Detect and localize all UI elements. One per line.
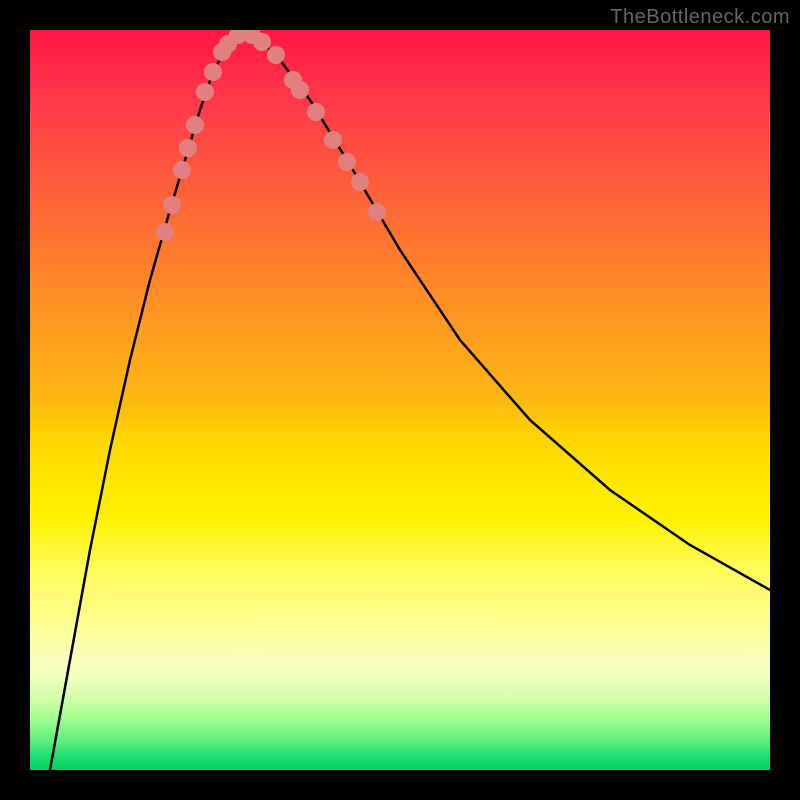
- highlight-dot: [267, 46, 285, 64]
- highlight-dot: [196, 83, 214, 101]
- highlight-dot: [324, 131, 342, 149]
- highlight-dot: [338, 153, 356, 171]
- bottleneck-curve: [50, 33, 770, 770]
- highlight-dot: [291, 81, 309, 99]
- highlight-dot: [253, 33, 271, 51]
- chart-svg: [30, 30, 770, 770]
- highlight-dot: [351, 173, 369, 191]
- highlight-dots-group: [156, 30, 386, 241]
- highlight-dot: [186, 116, 204, 134]
- highlight-dot: [156, 223, 174, 241]
- highlight-dot: [368, 203, 386, 221]
- highlight-dot: [179, 139, 197, 157]
- highlight-dot: [204, 63, 222, 81]
- watermark-label: TheBottleneck.com: [610, 6, 790, 29]
- highlight-dot: [307, 103, 325, 121]
- highlight-dot: [163, 196, 181, 214]
- highlight-dot: [173, 161, 191, 179]
